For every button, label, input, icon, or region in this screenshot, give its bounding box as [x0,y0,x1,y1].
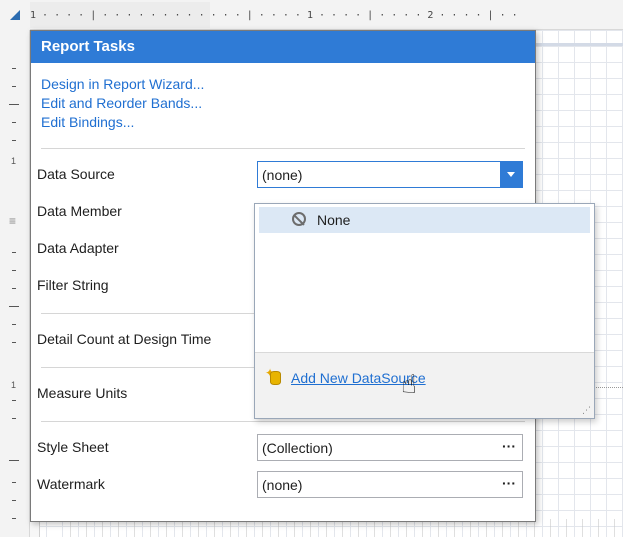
watermark-ellipsis-button[interactable]: ··· [502,475,516,491]
ruler-tick [12,482,16,483]
band-grip-icon[interactable]: ≡ [9,215,21,227]
chevron-down-icon[interactable] [500,162,522,187]
ruler-tick [12,270,16,271]
ruler-tick [12,252,16,253]
horizontal-ruler: 1 · · · · | · · · · · · · · · · · · | · … [0,0,623,30]
ruler-tick [9,104,19,105]
task-links: Design in Report Wizard... Edit and Reor… [31,63,535,140]
ruler-tick [12,342,16,343]
resize-grip-icon[interactable]: ⋰ [582,405,591,416]
none-icon [292,212,306,226]
watermark-value: (none) [262,477,303,493]
data-source-value: (none) [262,167,303,183]
ruler-tick [12,122,16,123]
ruler-number: 1 [11,156,17,166]
edit-reorder-bands-link[interactable]: Edit and Reorder Bands... [41,94,525,113]
ruler-tick [12,518,16,519]
ruler-tick [12,288,16,289]
filter-string-label: Filter String [37,277,109,293]
divider [41,148,525,149]
ruler-tick [12,68,16,69]
dropdown-footer: ✦ Add New DataSource ☝ ⋰ [255,352,594,418]
watermark-label: Watermark [37,476,105,492]
ruler-ticks: 1 · · · · | · · · · · · · · · · · · | · … [30,10,518,21]
ruler-tick [12,324,16,325]
panel-title: Report Tasks [31,31,535,63]
new-datasource-icon: ✦ [265,367,283,387]
ruler-tick [9,460,19,461]
design-in-report-wizard-link[interactable]: Design in Report Wizard... [41,75,525,94]
data-source-combobox[interactable]: (none) [257,161,523,188]
style-sheet-editor[interactable]: (Collection) ··· [257,434,523,461]
data-source-dropdown: None ✦ Add New DataSource ☝ ⋰ [254,203,595,419]
data-source-label: Data Source [37,166,115,182]
watermark-editor[interactable]: (none) ··· [257,471,523,498]
detail-count-label: Detail Count at Design Time [37,331,212,347]
ruler-corner [0,0,30,30]
style-sheet-row: Style Sheet (Collection) ··· [31,430,535,467]
hand-cursor-icon: ☝ [401,369,417,399]
watermark-row: Watermark (none) ··· [31,467,535,504]
data-member-label: Data Member [37,203,122,219]
ruler-corner-icon [10,10,20,20]
data-source-option-none[interactable]: None [259,207,590,233]
ruler-tick [12,418,16,419]
option-label: None [317,212,351,228]
ruler-number: 1 [11,380,17,390]
ruler-tick [12,400,16,401]
style-sheet-label: Style Sheet [37,439,109,455]
vertical-ruler: 1 ≡ 1 [0,30,30,537]
ruler-tick [12,500,16,501]
measure-units-label: Measure Units [37,385,128,401]
ruler-tick [9,306,19,307]
edit-bindings-link[interactable]: Edit Bindings... [41,113,525,132]
data-source-row: Data Source (none) [31,157,535,194]
data-adapter-label: Data Adapter [37,240,119,256]
divider [41,421,525,422]
style-sheet-value: (Collection) [262,440,333,456]
ruler-tick [12,86,16,87]
style-sheet-ellipsis-button[interactable]: ··· [502,438,516,454]
ruler-tick [12,140,16,141]
database-icon [270,371,281,385]
